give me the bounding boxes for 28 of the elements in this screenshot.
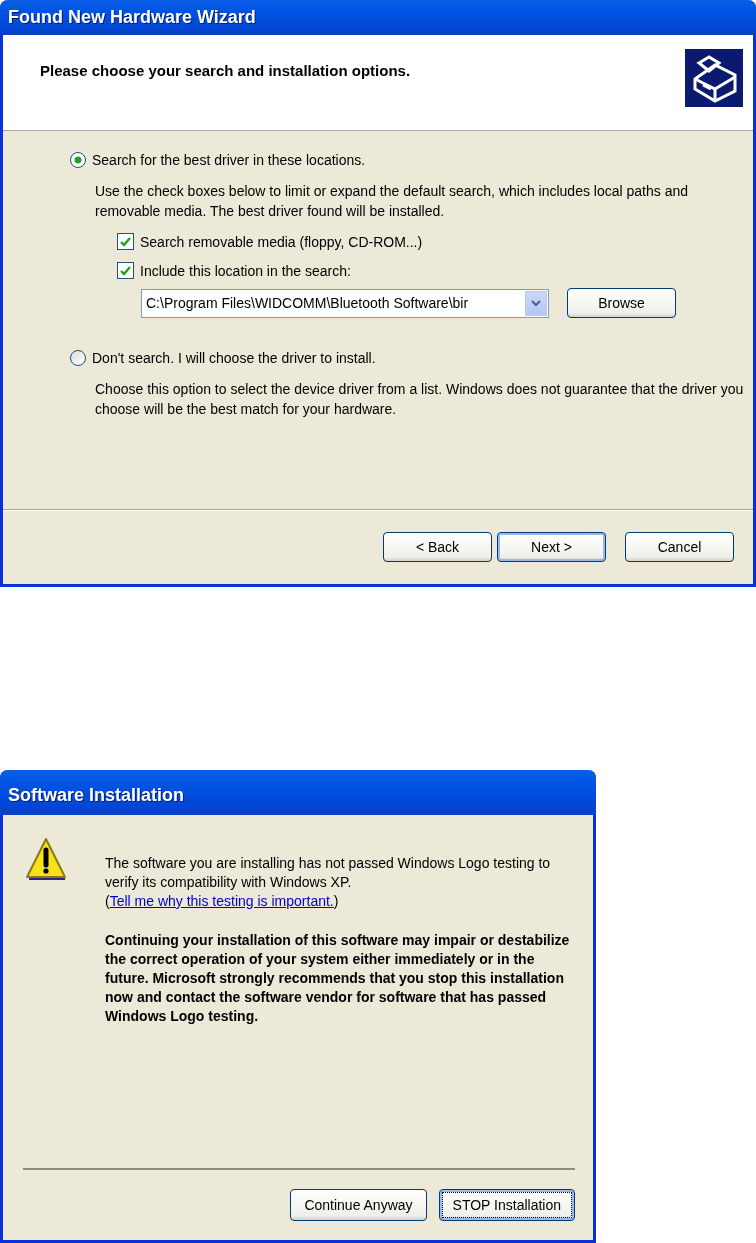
page-heading: Please choose your search and installation options. xyxy=(40,62,411,81)
location-combobox[interactable]: C:\Program Files\WIDCOMM\Bluetooth Software\bir xyxy=(141,288,549,318)
checkbox-label[interactable]: Search removable media (floppy, CD-ROM...) xyxy=(140,233,423,250)
browse-button[interactable]: Browse xyxy=(567,288,676,318)
option-description: Use the check boxes below to limit or expand the default search, which includes local paths and removable media. The best driver found will be installed. xyxy=(95,182,689,221)
dropdown-button[interactable] xyxy=(525,290,547,316)
checkmark-icon xyxy=(120,236,131,247)
dialog-button[interactable]: < Back xyxy=(383,532,492,562)
hardware-icon xyxy=(685,49,743,107)
option-label[interactable]: Don't search. I will choose the driver to install. xyxy=(92,350,376,366)
message-text: The software you are installing has not passed Windows Logo testing to verify its compatibility with Windows XP. (Tell me why this testing is important.) xyxy=(105,854,552,911)
checkbox-label[interactable]: Include this location in the search: xyxy=(140,262,351,279)
warning-text: Continuing your installation of this software may impair or destabilize the correct operation of your system either immediately or in the future. Microsoft strongly recommends that you stop this installation now and contact the software vendor for software that has passed Windows Logo testing. xyxy=(105,931,571,1026)
checkmark-icon xyxy=(120,265,131,276)
radio-button[interactable] xyxy=(70,152,86,168)
checkbox[interactable] xyxy=(117,233,134,250)
window-title: Software Installation xyxy=(0,770,596,815)
window-title: Found New Hardware Wizard xyxy=(0,0,756,35)
dialog-button[interactable]: STOP Installation xyxy=(438,1189,575,1221)
option-label[interactable]: Search for the best driver in these locations. xyxy=(92,152,366,168)
chevron-down-icon xyxy=(531,299,541,307)
radio-button[interactable] xyxy=(70,350,86,366)
option-description: Choose this option to select the device driver from a list. Windows does not guarantee that the driver you choose will be the best match for your hardware. xyxy=(95,380,745,419)
warning-icon xyxy=(25,837,67,881)
dialog-button[interactable]: Next > xyxy=(497,532,606,562)
dialog-button[interactable]: Cancel xyxy=(625,532,734,562)
checkbox[interactable] xyxy=(117,262,134,279)
dialog-button[interactable]: Continue Anyway xyxy=(290,1189,427,1221)
